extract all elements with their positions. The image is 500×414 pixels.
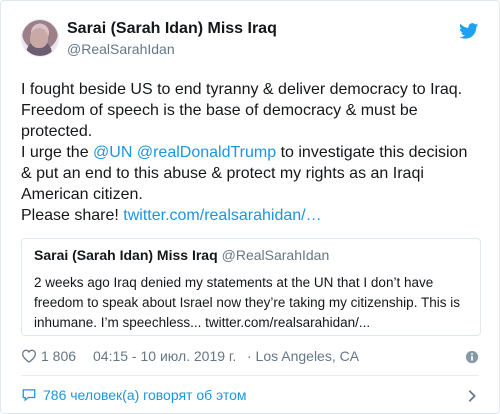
author-handle[interactable]: @RealSarahIdan [67, 41, 175, 57]
comment-icon [22, 389, 36, 402]
tweet-text: I fought beside US to end tyranny & deli… [21, 79, 481, 226]
like-count[interactable]: 1 806 [41, 348, 76, 364]
tweet-location[interactable]: · Los Angeles, CA [247, 348, 359, 364]
quoted-text: 2 weeks ago Iraq denied my statements at… [34, 275, 460, 330]
twitter-bird-icon[interactable] [459, 23, 479, 39]
chevron-right-icon[interactable] [467, 389, 477, 403]
mention-trump-link[interactable]: @realDonaldTrump [137, 144, 276, 161]
tweet-paragraph-2: I urge the @UN @realDonaldTrump to inves… [21, 142, 481, 205]
quoted-author-name: Sarai (Sarah Idan) Miss Iraq [34, 247, 218, 263]
avatar[interactable] [21, 19, 59, 57]
tweet-header: Sarai (Sarah Idan) Miss Iraq @RealSarahI… [21, 19, 479, 63]
quoted-tweet[interactable]: Sarai (Sarah Idan) Miss Iraq @RealSarahId… [21, 238, 481, 336]
tweet-card: Sarai (Sarah Idan) Miss Iraq @RealSarahI… [0, 0, 500, 414]
text-fragment: Please share! [21, 207, 124, 224]
tweet-timestamp[interactable]: 04:15 - 10 июл. 2019 г. [93, 348, 236, 364]
quoted-header: Sarai (Sarah Idan) Miss Iraq @RealSarahId… [34, 247, 468, 265]
mention-un-link[interactable]: @UN [93, 144, 132, 161]
tweet-paragraph-1: I fought beside US to end tyranny & deli… [21, 81, 463, 140]
conversation-footer[interactable]: 786 человек(а) говорят об этом [21, 382, 481, 410]
text-fragment: I urge the [21, 144, 94, 161]
talking-count[interactable]: 786 человек(а) говорят об этом [43, 387, 247, 403]
quoted-author-handle: @RealSarahIdan [221, 247, 330, 263]
tweet-url-link[interactable]: twitter.com/realsarahidan/… [123, 207, 321, 224]
author-name[interactable]: Sarai (Sarah Idan) Miss Iraq [67, 20, 277, 38]
heart-icon[interactable] [21, 349, 37, 363]
tweet-paragraph-3: Please share! twitter.com/realsarahidan/… [21, 205, 481, 226]
tweet-meta: 1 806 04:15 - 10 июл. 2019 г. · Los Ange… [21, 347, 481, 367]
divider [21, 375, 479, 376]
info-icon[interactable] [465, 350, 479, 364]
